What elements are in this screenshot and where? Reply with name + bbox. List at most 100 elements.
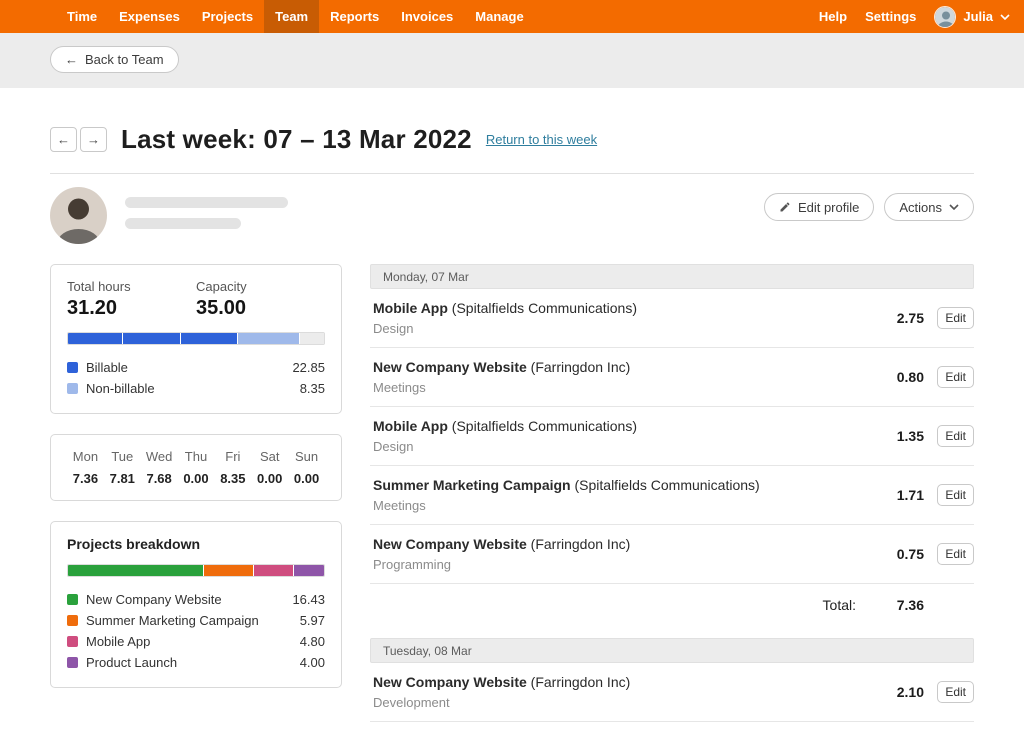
- time-entry-row: New Company Website (Farringdon Inc) Deve…: [370, 663, 974, 722]
- entry-task: Meetings: [373, 380, 426, 395]
- time-entry-row: Mobile App (Spitalfields Communications)…: [370, 407, 974, 466]
- entry-hours: 1.71: [896, 487, 924, 503]
- day-total-row: Total: 7.36: [370, 584, 974, 626]
- actions-button[interactable]: Actions: [884, 193, 974, 221]
- nav-item-manage[interactable]: Manage: [464, 0, 534, 33]
- legend-value: 16.43: [292, 592, 325, 607]
- user-avatar: [934, 5, 957, 28]
- nav-right: Help Settings Julia: [819, 0, 1024, 33]
- edit-slot: Edit: [937, 307, 974, 329]
- back-to-team-label: Back to Team: [85, 52, 164, 67]
- day-section: Monday, 07 Mar Mobile App (Spitalfields C…: [370, 264, 974, 626]
- edit-slot: Edit: [937, 484, 974, 506]
- legend-item: Summer Marketing Campaign 5.97: [67, 610, 325, 631]
- legend-value: 22.85: [292, 360, 325, 375]
- nav-item-projects[interactable]: Projects: [191, 0, 264, 33]
- legend-value: 8.35: [299, 381, 325, 396]
- legend-value: 4.00: [299, 655, 325, 670]
- week-day-name: Sat: [259, 449, 280, 464]
- week-day-thu: Thu 0.00: [178, 449, 215, 486]
- week-grid: Mon 7.36 Tue 7.81 Wed 7.68 Thu 0.00 Fri 8.35 Sat 0.…: [67, 449, 325, 486]
- profile-name-placeholder: [125, 197, 288, 229]
- entry-project: Mobile App (Spitalfields Communications): [373, 418, 637, 434]
- bar-segment: [294, 565, 324, 576]
- day-header: Monday, 07 Mar: [370, 264, 974, 289]
- name-placeholder-bar: [125, 197, 288, 208]
- entry-task: Design: [373, 439, 414, 454]
- time-entry-row: Summer Marketing Campaign (Spitalfields …: [370, 466, 974, 525]
- profile-row: Edit profile Actions: [50, 187, 974, 244]
- legend-swatch: [67, 594, 78, 605]
- entry-text: New Company Website (Farringdon Inc) Deve…: [373, 674, 870, 710]
- bar-segment: [68, 565, 203, 576]
- edit-button[interactable]: Edit: [937, 681, 974, 703]
- bar-segment: [180, 333, 238, 344]
- return-to-this-week-link[interactable]: Return to this week: [486, 132, 597, 147]
- edit-profile-button[interactable]: Edit profile: [763, 193, 875, 221]
- projects-breakdown-title: Projects breakdown: [67, 536, 201, 552]
- next-week-button[interactable]: →: [80, 127, 107, 152]
- day-total-value: 7.36: [896, 597, 924, 613]
- legend-label: Summer Marketing Campaign: [86, 613, 259, 628]
- legend-label: Non-billable: [86, 381, 155, 396]
- entry-project: Summer Marketing Campaign (Spitalfields …: [373, 477, 760, 493]
- back-to-team-button[interactable]: ← Back to Team: [50, 46, 179, 73]
- time-entry-row: Mobile App (Spitalfields Communications)…: [370, 289, 974, 348]
- legend-swatch: [67, 362, 78, 373]
- week-days-card: Mon 7.36 Tue 7.81 Wed 7.68 Thu 0.00 Fri 8.35 Sat 0.…: [50, 434, 342, 501]
- entry-text: Summer Marketing Campaign (Spitalfields …: [373, 477, 870, 513]
- legend-item: Product Launch 4.00: [67, 652, 325, 673]
- nav-item-invoices[interactable]: Invoices: [390, 0, 464, 33]
- legend-swatch: [67, 615, 78, 626]
- nav-item-reports[interactable]: Reports: [319, 0, 390, 33]
- entry-hours: 2.75: [896, 310, 924, 326]
- nav-item-expenses[interactable]: Expenses: [108, 0, 191, 33]
- week-pager: ← →: [50, 127, 107, 152]
- nav-item-settings[interactable]: Settings: [865, 9, 916, 24]
- week-day-name: Tue: [111, 449, 134, 464]
- total-hours-value: 31.20: [67, 297, 118, 319]
- week-day-name: Fri: [225, 449, 241, 464]
- week-day-value: 0.00: [257, 471, 283, 486]
- week-day-value: 0.00: [183, 471, 209, 486]
- entry-task: Design: [373, 321, 414, 336]
- edit-button[interactable]: Edit: [937, 484, 974, 506]
- week-day-mon: Mon 7.36: [67, 449, 104, 486]
- day-total-label: Total:: [822, 597, 856, 613]
- nav-item-time[interactable]: Time: [56, 0, 108, 33]
- previous-week-button[interactable]: ←: [50, 127, 77, 152]
- legend-value: 4.80: [299, 634, 325, 649]
- bar-segment: [122, 333, 180, 344]
- capacity-label: Capacity: [196, 279, 247, 294]
- page-title: Last week: 07 – 13 Mar 2022: [121, 124, 472, 154]
- actions-label: Actions: [899, 199, 942, 215]
- week-day-value: 0.00: [293, 471, 320, 486]
- entry-hours: 0.80: [896, 369, 924, 385]
- bar-segment: [238, 333, 300, 344]
- summary-sidebar: Total hours 31.20 Capacity 35.00 Billabl…: [50, 264, 342, 688]
- entry-hours: 0.75: [896, 546, 924, 562]
- edit-button[interactable]: Edit: [937, 543, 974, 565]
- edit-button[interactable]: Edit: [937, 425, 974, 447]
- legend-item: Non-billable 8.35: [67, 378, 325, 399]
- edit-button[interactable]: Edit: [937, 307, 974, 329]
- user-menu[interactable]: Julia: [934, 5, 1010, 28]
- edit-button[interactable]: Edit: [937, 366, 974, 388]
- entry-text: Mobile App (Spitalfields Communications)…: [373, 300, 870, 336]
- entry-text: New Company Website (Farringdon Inc) Meet…: [373, 359, 870, 395]
- time-entry-row: New Company Website (Farringdon Inc) Meet…: [370, 348, 974, 407]
- chevron-down-icon: [1000, 13, 1010, 20]
- entry-hours: 1.35: [896, 428, 924, 444]
- nav-item-help[interactable]: Help: [819, 9, 847, 24]
- legend-swatch: [67, 636, 78, 647]
- hours-bar: [67, 332, 325, 345]
- legend-item: Mobile App 4.80: [67, 631, 325, 652]
- profile-actions: Edit profile Actions: [763, 193, 974, 221]
- divider: [50, 173, 974, 174]
- legend-item: New Company Website 16.43: [67, 589, 325, 610]
- edit-profile-label: Edit profile: [797, 199, 860, 215]
- week-day-name: Mon: [72, 449, 99, 464]
- legend-label: Mobile App: [86, 634, 151, 649]
- nav-item-team[interactable]: Team: [264, 0, 320, 33]
- legend-label: Product Launch: [86, 655, 178, 670]
